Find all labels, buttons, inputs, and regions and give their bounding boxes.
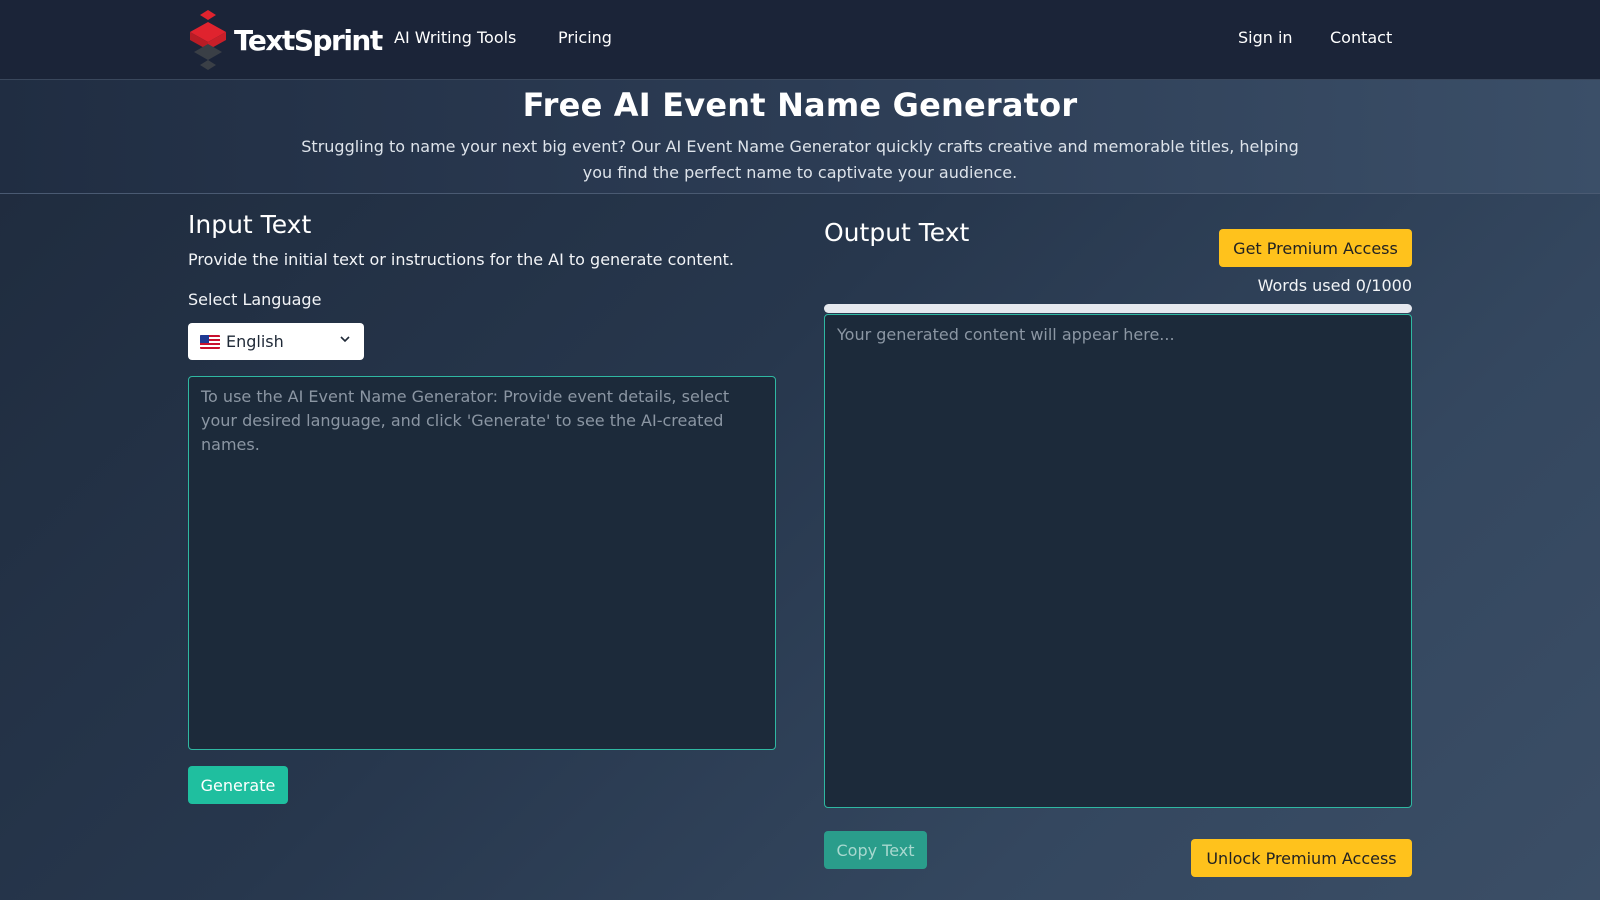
- language-label: Select Language: [188, 290, 322, 309]
- words-used-counter: Words used 0/1000: [1257, 276, 1412, 295]
- generate-button[interactable]: Generate: [188, 766, 288, 804]
- nav-sign-in[interactable]: Sign in: [1238, 28, 1293, 47]
- language-select-value: English: [226, 332, 284, 351]
- input-textarea[interactable]: [188, 376, 776, 750]
- page-title: Free AI Event Name Generator: [522, 86, 1078, 124]
- output-panel-title: Output Text: [824, 218, 970, 247]
- nav-pricing[interactable]: Pricing: [558, 28, 612, 47]
- nav-contact[interactable]: Contact: [1330, 28, 1392, 47]
- hero-banner: Free AI Event Name Generator Struggling …: [0, 80, 1600, 194]
- nav-ai-writing-tools[interactable]: AI Writing Tools: [394, 28, 516, 47]
- words-progress-bar: [824, 304, 1412, 313]
- input-panel-title: Input Text: [188, 210, 312, 239]
- language-select[interactable]: English: [188, 323, 364, 360]
- unlock-premium-button[interactable]: Unlock Premium Access: [1191, 839, 1412, 877]
- top-navbar: TextSprint AI Writing Tools Pricing Sign…: [0, 0, 1600, 80]
- chevron-down-icon: [340, 336, 350, 343]
- get-premium-button[interactable]: Get Premium Access: [1219, 229, 1412, 267]
- page-subtitle: Struggling to name your next big event? …: [301, 137, 1299, 182]
- brand-logo[interactable]: TextSprint: [188, 10, 383, 70]
- us-flag-icon: [200, 334, 220, 349]
- input-panel-description: Provide the initial text or instructions…: [188, 250, 734, 269]
- brand-name: TextSprint: [234, 23, 383, 57]
- copy-text-button[interactable]: Copy Text: [824, 831, 927, 869]
- logo-cubes-icon: [190, 10, 226, 70]
- output-textarea[interactable]: [824, 314, 1412, 808]
